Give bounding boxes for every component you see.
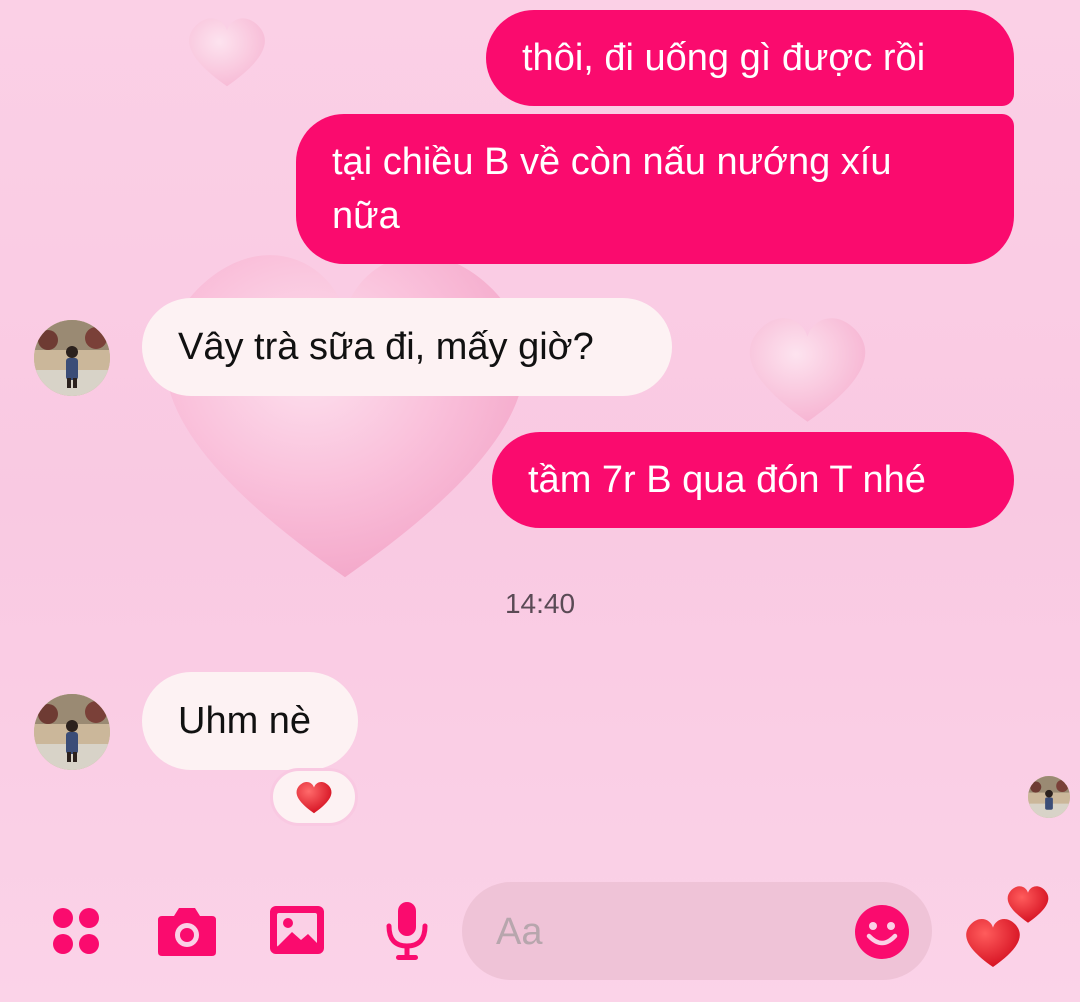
avatar-photo-icon: [34, 694, 110, 770]
decorative-heart-large-icon: [165, 255, 525, 578]
apps-button[interactable]: [50, 905, 102, 957]
microphone-button[interactable]: [384, 900, 430, 962]
emoji-icon: [855, 905, 909, 959]
contact-avatar[interactable]: [34, 694, 110, 770]
message-text: Uhm nè: [178, 700, 312, 742]
contact-avatar[interactable]: [34, 320, 110, 396]
message-text-line: nữa: [332, 195, 400, 237]
message-timestamp: 14:40: [504, 588, 576, 619]
message-bubble-outgoing[interactable]: tầm 7r B qua đón T nhé: [492, 432, 1014, 528]
camera-button[interactable]: [156, 904, 218, 958]
avatar-photo-icon: [1028, 776, 1070, 818]
emoji-button[interactable]: [854, 904, 910, 960]
message-bubble-outgoing[interactable]: thôi, đi uống gì được rồi: [486, 10, 1014, 106]
message-composer[interactable]: [462, 882, 932, 980]
gallery-button[interactable]: [268, 904, 326, 956]
message-bubble-outgoing[interactable]: tại chiều B về còn nấu nướng xíu nữa: [296, 114, 1014, 264]
message-reaction[interactable]: [270, 768, 358, 826]
microphone-icon: [386, 902, 428, 960]
avatar-photo-icon: [34, 320, 110, 396]
message-input[interactable]: [494, 900, 838, 964]
message-text: thôi, đi uống gì được rồi: [522, 37, 926, 79]
message-text-line: tại chiều B về còn nấu nướng xíu: [332, 141, 892, 183]
message-text: tầm 7r B qua đón T nhé: [528, 459, 926, 501]
message-bubble-incoming[interactable]: Vây trà sữa đi, mấy giờ?: [142, 298, 672, 396]
decorative-heart-medium-icon: [749, 318, 866, 422]
heart-emoji-icon: [296, 781, 332, 814]
hearts-icon: [966, 886, 1049, 968]
send-hearts-button[interactable]: [962, 884, 1056, 972]
message-bubble-incoming[interactable]: Uhm nè: [142, 672, 358, 770]
decorative-heart-small-icon: [189, 18, 265, 87]
message-text: Vây trà sữa đi, mấy giờ?: [178, 326, 594, 368]
camera-icon: [158, 908, 216, 956]
apps-icon: [53, 908, 99, 954]
read-receipt-avatar: [1028, 776, 1070, 818]
gallery-icon: [270, 906, 324, 954]
